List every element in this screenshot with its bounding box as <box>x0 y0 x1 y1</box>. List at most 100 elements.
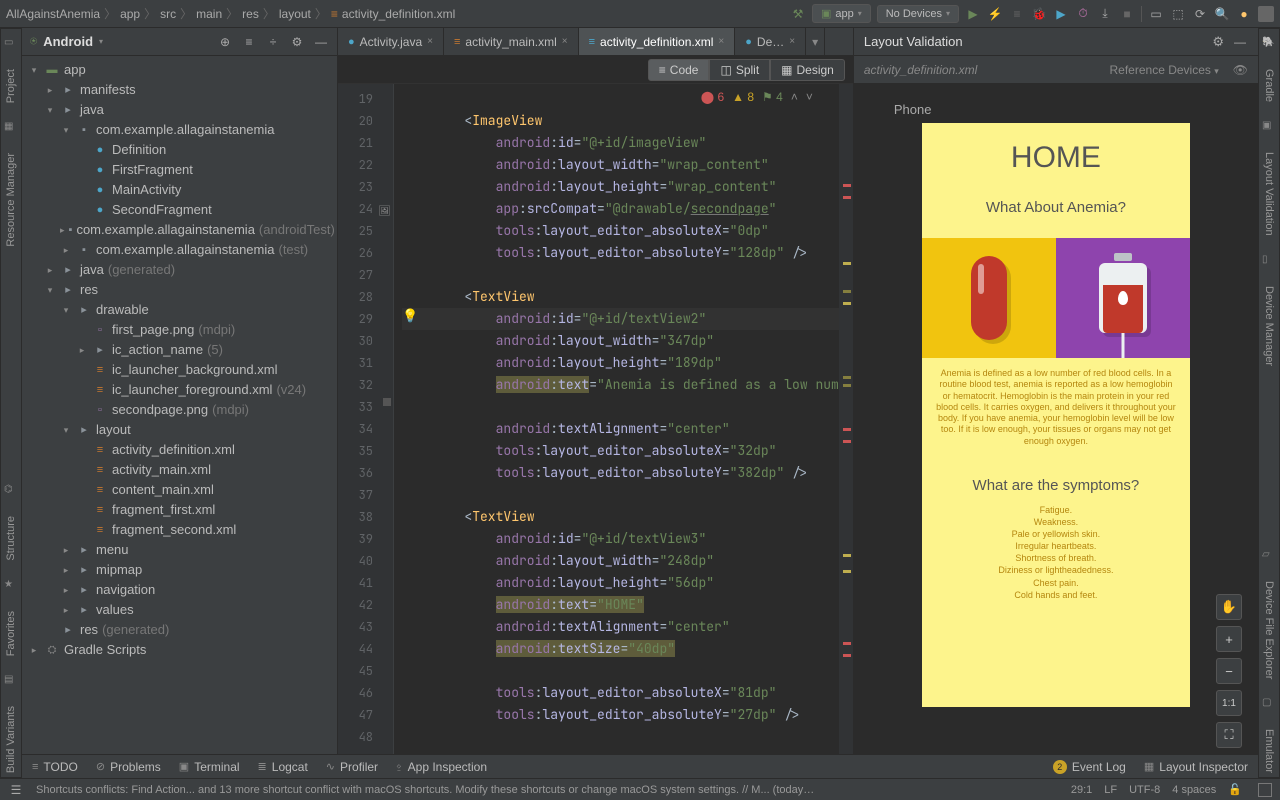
tool-terminal[interactable]: ▣Terminal <box>179 760 240 774</box>
apply-code-icon[interactable]: ≡ <box>1009 6 1025 22</box>
structure-icon[interactable]: ⌬ <box>4 484 18 498</box>
favorites-icon[interactable]: ★ <box>4 579 18 593</box>
tree-node[interactable]: ▾▸drawable <box>22 300 337 320</box>
tool-device-manager[interactable]: Device Manager <box>1263 282 1275 370</box>
tree-node[interactable]: ▸▸navigation <box>22 580 337 600</box>
project-icon[interactable]: ▭ <box>4 37 18 51</box>
tool-project[interactable]: Project <box>5 65 17 107</box>
code-editor[interactable]: 192021222324🖼252627282930313233343536373… <box>338 84 853 754</box>
tree-node[interactable]: ≡fragment_second.xml <box>22 520 337 540</box>
view-split[interactable]: ◫Split <box>709 59 770 81</box>
stop-icon[interactable]: ■ <box>1119 6 1135 22</box>
preview-canvas[interactable]: Phone HOME What About Anemia? Anemia is … <box>854 84 1258 778</box>
tree-node[interactable]: ▾▸layout <box>22 420 337 440</box>
editor-tab[interactable]: ≡activity_definition.xml× <box>579 28 736 55</box>
code-content[interactable]: <ImageView android:id="@+id/imageView" a… <box>394 84 839 754</box>
tool-event-log[interactable]: 2Event Log <box>1053 760 1126 774</box>
readonly-icon[interactable]: 🔓 <box>1228 783 1242 796</box>
tool-app-inspection[interactable]: ⍚App Inspection <box>396 760 487 774</box>
tool-favorites[interactable]: Favorites <box>5 607 17 660</box>
tree-node[interactable]: ▾▸res <box>22 280 337 300</box>
sdk-icon[interactable]: ⬚ <box>1170 6 1186 22</box>
devices-dropdown[interactable]: Reference Devices ▾ <box>1110 63 1219 77</box>
tree-node[interactable]: ▸▪com.example.allagainstanemia (androidT… <box>22 220 337 240</box>
updates-icon[interactable]: ● <box>1236 6 1252 22</box>
avatar-icon[interactable] <box>1258 6 1274 22</box>
editor-tab[interactable]: ●De…× <box>735 28 806 55</box>
indent-label[interactable]: 4 spaces <box>1172 784 1216 796</box>
variants-icon[interactable]: ▤ <box>4 674 18 688</box>
zoom-reset-icon[interactable]: ⛶ <box>1216 722 1242 748</box>
dfe-icon[interactable]: ▱ <box>1262 549 1276 563</box>
attach-debugger-icon[interactable]: ⤓ <box>1097 6 1113 22</box>
tree-node[interactable]: ≡fragment_first.xml <box>22 500 337 520</box>
device-mgr-icon[interactable]: ▯ <box>1262 254 1276 268</box>
gutter[interactable]: 192021222324🖼252627282930313233343536373… <box>338 84 394 754</box>
tree-node[interactable]: ≡ic_launcher_foreground.xml (v24) <box>22 380 337 400</box>
file-encoding[interactable]: UTF-8 <box>1129 784 1160 796</box>
debug-icon[interactable]: 🐞 <box>1031 6 1047 22</box>
tool-gradle[interactable]: Gradle <box>1263 65 1275 106</box>
tool-resource-manager[interactable]: Resource Manager <box>5 149 17 251</box>
tree-node[interactable]: ▸▸java (generated) <box>22 260 337 280</box>
tool-todo[interactable]: ≡TODO <box>32 760 78 774</box>
editor-tab[interactable]: ≡activity_main.xml× <box>444 28 579 55</box>
emulator-icon[interactable]: ▢ <box>1262 697 1276 711</box>
avd-icon[interactable]: ▭ <box>1148 6 1164 22</box>
zoom-out-icon[interactable]: − <box>1216 658 1242 684</box>
tree-node[interactable]: ▸⛭Gradle Scripts <box>22 640 337 660</box>
tree-node[interactable]: ≡content_main.xml <box>22 480 337 500</box>
tool-structure[interactable]: Structure <box>5 512 17 565</box>
resource-icon[interactable]: ▦ <box>4 121 18 135</box>
tree-node[interactable]: ▾▸java <box>22 100 337 120</box>
tree-node[interactable]: ●MainActivity <box>22 180 337 200</box>
pan-icon[interactable]: ✋ <box>1216 594 1242 620</box>
project-view-label[interactable]: Android <box>43 34 93 49</box>
tool-layout-inspector[interactable]: ▦Layout Inspector <box>1144 760 1248 774</box>
tree-node[interactable]: ▸▸values <box>22 600 337 620</box>
profile-icon[interactable]: ⏱ <box>1075 6 1091 22</box>
line-separator[interactable]: LF <box>1104 784 1117 796</box>
layout-val-icon[interactable]: ▣ <box>1262 120 1276 134</box>
tool-problems[interactable]: ⊘Problems <box>96 760 161 774</box>
tree-node[interactable]: ≡activity_main.xml <box>22 460 337 480</box>
view-design[interactable]: ▦Design <box>770 59 845 81</box>
device-selector[interactable]: No Devices▾ <box>877 5 959 23</box>
expand-icon[interactable]: ≡ <box>241 34 257 50</box>
tool-device-file-explorer[interactable]: Device File Explorer <box>1263 577 1275 683</box>
visibility-icon[interactable]: 👁 <box>1233 63 1248 77</box>
tree-node[interactable]: ●FirstFragment <box>22 160 337 180</box>
editor-tab[interactable]: ●Activity.java× <box>338 28 444 55</box>
select-opened-icon[interactable]: ⊕ <box>217 34 233 50</box>
tool-build-variants[interactable]: Build Variants <box>5 702 17 777</box>
apply-changes-icon[interactable]: ⚡ <box>987 6 1003 22</box>
tree-node[interactable]: ▸▪com.example.allagainstanemia (test) <box>22 240 337 260</box>
hide-icon[interactable]: — <box>313 34 329 50</box>
coverage-icon[interactable]: ▶ <box>1053 6 1069 22</box>
run-icon[interactable]: ▶ <box>965 6 981 22</box>
view-code[interactable]: ≡Code <box>648 59 710 81</box>
memory-indicator[interactable] <box>1258 783 1272 797</box>
hide-icon[interactable]: — <box>1232 34 1248 50</box>
tree-node[interactable]: ●Definition <box>22 140 337 160</box>
project-tree[interactable]: ▾▬app▸▸manifests▾▸java▾▪com.example.alla… <box>22 56 337 778</box>
zoom-fit-icon[interactable]: 1:1 <box>1216 690 1242 716</box>
tree-node[interactable]: ▾▬app <box>22 60 337 80</box>
tree-node[interactable]: ▫first_page.png (mdpi) <box>22 320 337 340</box>
caret-position[interactable]: 29:1 <box>1071 784 1092 796</box>
sync-icon[interactable]: ⟳ <box>1192 6 1208 22</box>
tree-node[interactable]: ●SecondFragment <box>22 200 337 220</box>
tabs-overflow[interactable]: ▾ <box>806 28 825 55</box>
hammer-icon[interactable]: ⚒ <box>790 6 806 22</box>
tool-profiler[interactable]: ∿Profiler <box>326 760 378 774</box>
tree-node[interactable]: ▸▸mipmap <box>22 560 337 580</box>
tool-layout-validation[interactable]: Layout Validation <box>1263 148 1275 240</box>
gradle-icon[interactable]: 🐘 <box>1262 37 1276 51</box>
tree-node[interactable]: ▸res (generated) <box>22 620 337 640</box>
search-icon[interactable]: 🔍 <box>1214 6 1230 22</box>
tree-node[interactable]: ▸▸menu <box>22 540 337 560</box>
tree-node[interactable]: ≡activity_definition.xml <box>22 440 337 460</box>
tree-node[interactable]: ≡ic_launcher_background.xml <box>22 360 337 380</box>
breadcrumbs[interactable]: AllAgainstAnemia〉app〉src〉main〉res〉layout… <box>6 5 455 22</box>
status-icon[interactable]: ☰ <box>8 782 24 798</box>
